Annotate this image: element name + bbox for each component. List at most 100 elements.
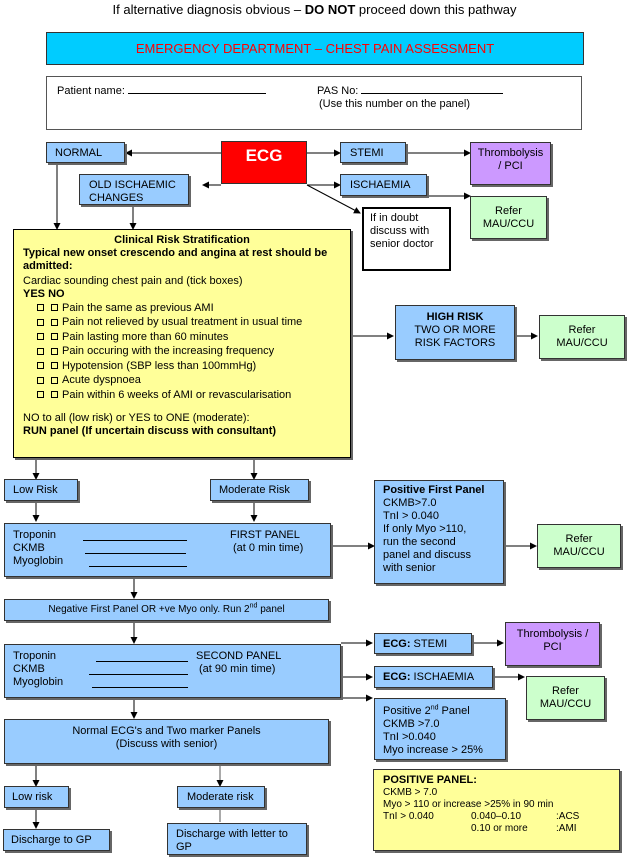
first-panel-markers: Troponin CKMB Myoglobin	[13, 529, 63, 568]
risk-item: Acute dyspnoea	[23, 374, 350, 389]
yes-checkbox[interactable]	[37, 304, 44, 312]
discharge-letter-label: Discharge with letter to GP	[176, 828, 288, 853]
yes-checkbox[interactable]	[37, 362, 44, 370]
thrombolysis-box-1: Thrombolysis / PCI	[470, 142, 551, 185]
no-checkbox[interactable]	[51, 304, 58, 312]
normal-ecgs-line2: (Discuss with senior)	[115, 738, 218, 750]
warning-prefix: If alternative diagnosis obvious –	[112, 2, 305, 17]
second-marker-myoglobin: Myoglobin	[13, 676, 64, 688]
second-ckmb-field[interactable]	[89, 663, 188, 675]
normal-ecgs-box: Normal ECG's and Two marker Panels (Disc…	[4, 719, 329, 764]
ecg-ischaemia-2-bold: ECG:	[383, 671, 411, 683]
second-troponin-field[interactable]	[96, 650, 188, 662]
ecg-stemi-2-label: STEMI	[410, 638, 448, 650]
yes-checkbox[interactable]	[37, 318, 44, 326]
first-myoglobin-field[interactable]	[89, 555, 187, 567]
moderate-risk-label: Moderate Risk	[219, 484, 290, 496]
risk-item: Pain the same as previous AMI	[23, 301, 350, 316]
patient-info-panel: Patient name: PAS No: (Use this number o…	[46, 76, 582, 130]
first-marker-troponin: Troponin	[13, 529, 57, 541]
risk-item-no-cell: Acute dyspnoea	[51, 374, 141, 387]
second-panel-title: SECOND PANEL	[196, 650, 282, 662]
patient-name-label: Patient name:	[57, 85, 125, 97]
key-line1: CKMB > 7.0	[383, 787, 438, 798]
yes-checkbox[interactable]	[37, 347, 44, 355]
positive-second-panel-box: Positive 2nd Panel CKMB >7.0 TnI >0.040 …	[374, 698, 506, 760]
second-myoglobin-field[interactable]	[92, 676, 188, 688]
risk-item-label: Acute dyspnoea	[62, 374, 141, 387]
yes-checkbox[interactable]	[37, 391, 44, 399]
warning-bold: DO NOT	[304, 2, 356, 17]
doubt-label: If in doubt discuss with senior doctor	[370, 212, 434, 250]
patient-name-row: Patient name:	[57, 82, 266, 98]
page-title: EMERGENCY DEPARTMENT – CHEST PAIN ASSESS…	[135, 41, 495, 56]
risk-items: Pain the same as previous AMI Pain not re…	[23, 301, 350, 403]
risk-item-yes-cell	[23, 389, 53, 402]
risk-subtitle: Typical new onset crescendo and angina a…	[23, 247, 328, 272]
high-risk-line2: RISK FACTORS	[414, 337, 496, 349]
risk-item-yes-cell	[23, 316, 53, 329]
no-checkbox[interactable]	[51, 318, 58, 326]
high-risk-box: HIGH RISK TWO OR MORE RISK FACTORS	[395, 305, 515, 360]
first-panel-time: (at 0 min time)	[233, 542, 304, 554]
risk-intro: Cardiac sounding chest pain and (tick bo…	[23, 275, 243, 287]
refer-label-4: Refer MAU/CCU	[539, 685, 592, 710]
first-ckmb-field[interactable]	[85, 542, 186, 554]
risk-item-yes-cell	[23, 360, 53, 373]
pas-note: (Use this number on the panel)	[319, 98, 471, 110]
risk-item-no-cell: Pain occuring with the increasing freque…	[51, 345, 275, 358]
refer-label-1: Refer MAU/CCU	[482, 205, 535, 230]
risk-item-yes-cell	[23, 374, 53, 387]
ecg-stemi-2-box: ECG: STEMI	[374, 633, 472, 654]
yes-checkbox[interactable]	[37, 333, 44, 341]
refer-label-3: Refer MAU/CCU	[553, 533, 605, 558]
ecg-box: ECG	[221, 141, 307, 184]
positive-second-line: CKMB >7.0	[383, 718, 440, 730]
ecg-ischaemia-label: ISCHAEMIA	[350, 179, 411, 191]
key-meaning: :AMI	[556, 823, 577, 834]
second-panel-markers: Troponin CKMB Myoglobin	[13, 650, 63, 689]
risk-item-label: Pain not relieved by usual treatment in …	[62, 316, 303, 329]
risk-stratification-box: Clinical Risk Stratification Typical new…	[13, 229, 351, 458]
low-risk-label: Low Risk	[13, 484, 58, 496]
pas-field[interactable]	[361, 82, 504, 94]
thrombolysis-label-1: Thrombolysis / PCI	[477, 147, 544, 172]
risk-item-label: Pain within 6 weeks of AMI or revascular…	[62, 388, 292, 401]
ecg-ischaemia-box: ISCHAEMIA	[340, 174, 427, 196]
risk-item-label: Pain occuring with the increasing freque…	[62, 345, 275, 358]
doubt-box: If in doubt discuss with senior doctor	[362, 207, 451, 271]
ecg-stemi-label: STEMI	[350, 147, 384, 159]
pathway-warning: If alternative diagnosis obvious – DO NO…	[0, 2, 629, 18]
positive-first-line: If only Myo >110,	[383, 523, 467, 535]
first-troponin-field[interactable]	[83, 529, 187, 541]
no-checkbox[interactable]	[51, 391, 58, 399]
refer-label-2: Refer MAU/CCU	[556, 324, 608, 349]
risk-item-no-cell: Pain lasting more than 60 minutes	[51, 330, 229, 344]
risk-item-yes-cell	[23, 302, 53, 315]
thrombolysis-label-2: Thrombolysis / PCI	[516, 628, 589, 653]
old-ischaemic-box: OLD ISCHAEMIC CHANGES	[79, 174, 189, 205]
positive-first-title: Positive First Panel	[383, 484, 485, 496]
patient-name-field[interactable]	[127, 82, 266, 94]
yes-checkbox[interactable]	[37, 376, 44, 384]
key-ami-row: 0.10 or more :AMI	[383, 823, 619, 835]
ecg-normal-label: NORMAL	[55, 147, 103, 159]
ecg-stemi-box: STEMI	[340, 142, 406, 163]
key-range: 0.10 or more	[471, 823, 528, 834]
low-risk-box: Low Risk	[4, 479, 78, 501]
positive-first-line: with senior	[383, 562, 436, 574]
key-range: 0.040–0.10	[471, 811, 522, 822]
positive-first-line: panel and discuss	[383, 549, 472, 561]
risk-item-label: Pain lasting more than 60 minutes	[62, 330, 229, 343]
second-panel-time: (at 90 min time)	[199, 663, 276, 675]
no-checkbox[interactable]	[51, 362, 58, 370]
ecg-stemi-2-bold: ECG:	[383, 638, 411, 650]
no-checkbox[interactable]	[51, 333, 58, 341]
second-marker-troponin: Troponin	[13, 650, 57, 662]
positive-second-suffix: Panel	[438, 705, 470, 717]
positive-first-line: TnI > 0.040	[383, 510, 439, 522]
ecg-ischaemia-2-box: ECG: ISCHAEMIA	[374, 666, 493, 688]
no-checkbox[interactable]	[51, 347, 58, 355]
risk-item-yes-cell	[23, 331, 53, 344]
no-checkbox[interactable]	[51, 376, 58, 384]
